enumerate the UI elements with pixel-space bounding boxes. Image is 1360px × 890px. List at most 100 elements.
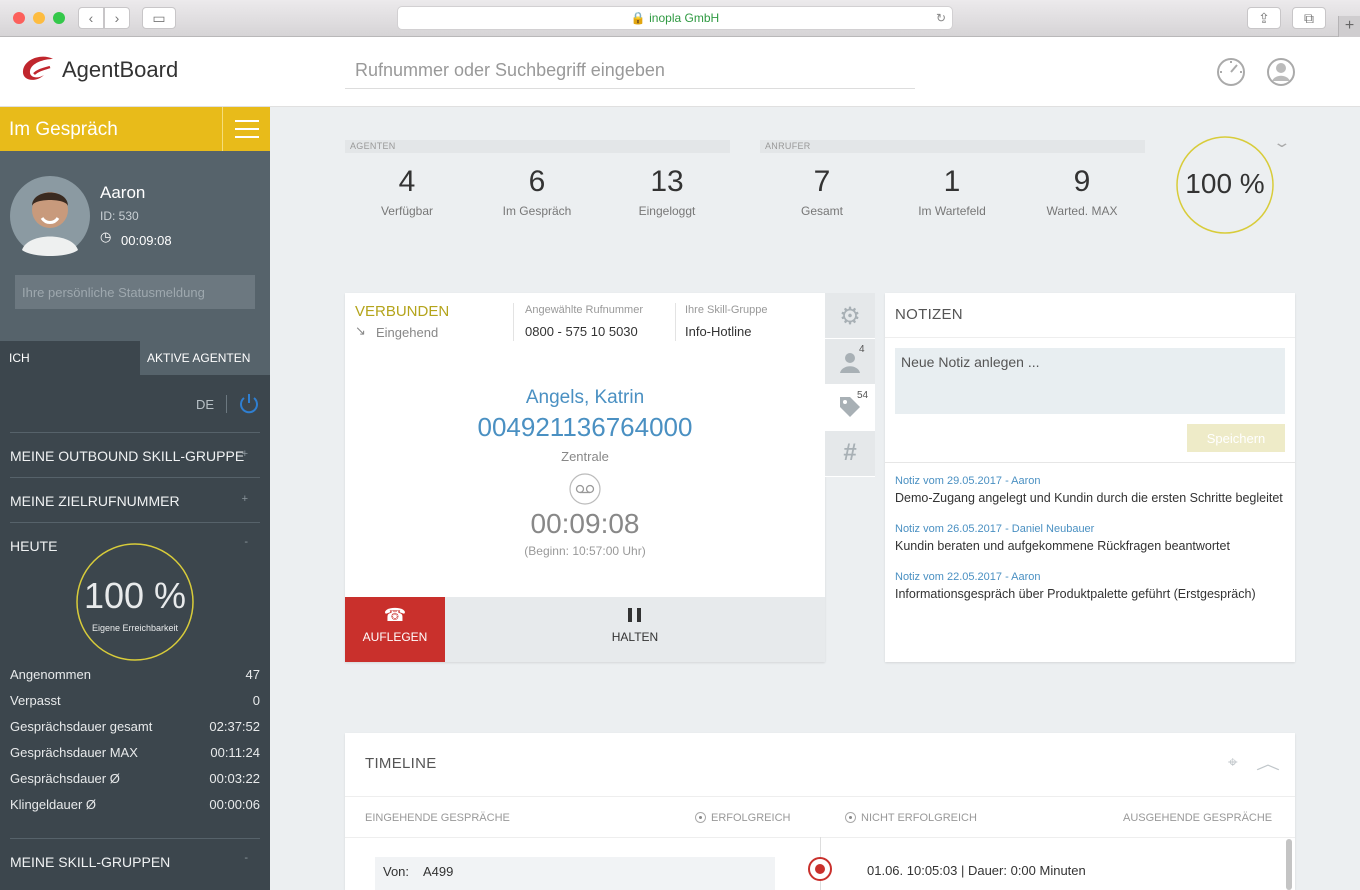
app-name: AgentBoard <box>62 57 179 82</box>
section-skill-groups-label: MEINE SKILL-GRUPPEN <box>10 854 171 870</box>
power-icon[interactable] <box>238 393 260 415</box>
voicemail-icon[interactable] <box>569 473 601 505</box>
timeline-entry-card[interactable]: Von: A499 <box>375 857 775 890</box>
gear-icon: ⚙ <box>839 303 861 330</box>
hangup-button[interactable]: ☎ AUFLEGEN <box>345 597 445 662</box>
agent-timer: 00:09:08 <box>121 233 172 248</box>
stat-label: Gesprächsdauer gesamt <box>10 719 153 734</box>
stat-value: 0 <box>252 693 260 708</box>
contacts-tab[interactable]: 4 <box>825 339 875 385</box>
note-entry: Notiz vom 22.05.2017 - Aaron Information… <box>895 571 1256 601</box>
search-field[interactable]: Rufnummer oder Suchbegriff eingeben <box>345 55 915 89</box>
skill-group-label: Ihre Skill-Gruppe <box>685 304 768 316</box>
incoming-calls-header: EINGEHENDE GESPRÄCHE <box>365 812 510 824</box>
tabs-overview-icon[interactable]: ⧉ <box>1292 7 1326 29</box>
divider <box>885 462 1295 463</box>
url-text: inopla GmbH <box>649 11 720 25</box>
sidebar-toggle-icon[interactable]: ▭ <box>142 7 176 29</box>
caller-name[interactable]: Angels, Katrin <box>345 387 825 409</box>
tags-tab[interactable]: 54 <box>825 385 875 431</box>
call-state: VERBUNDEN <box>355 303 450 320</box>
tab-active-agents[interactable]: AKTIVE AGENTEN <box>140 341 270 375</box>
caller-location: Zentrale <box>561 449 609 464</box>
stat-row: Verpasst 0 <box>10 693 260 708</box>
share-icon[interactable]: ⇪ <box>1247 7 1281 29</box>
note-meta[interactable]: Notiz vom 22.05.2017 - Aaron <box>895 571 1256 583</box>
search-input[interactable]: Rufnummer oder Suchbegriff eingeben <box>355 60 665 81</box>
kpi-label: Eingeloggt <box>638 204 696 218</box>
minimize-window-button[interactable] <box>33 12 45 24</box>
note-meta[interactable]: Notiz vom 29.05.2017 - Aaron <box>895 475 1283 487</box>
note-text: Kundin beraten und aufgekommene Rückfrag… <box>895 539 1230 553</box>
collapse-icon[interactable]: - <box>244 852 248 864</box>
crosshair-icon[interactable]: ⌖ <box>1228 753 1238 773</box>
forward-button[interactable]: › <box>104 7 130 29</box>
entry-from-label: Von: <box>383 864 410 879</box>
menu-icon[interactable] <box>222 107 270 151</box>
stat-row: Klingeldauer Ø 00:00:06 <box>10 797 260 812</box>
save-note-button[interactable]: Speichern <box>1187 424 1285 452</box>
new-note-input[interactable]: Neue Notiz anlegen ... <box>895 348 1285 414</box>
timer-icon: ◷ <box>100 229 112 244</box>
chevron-down-icon[interactable]: ⌄ <box>1272 134 1291 151</box>
note-meta[interactable]: Notiz vom 26.05.2017 - Daniel Neubauer <box>895 523 1230 535</box>
address-bar[interactable]: 🔒 inopla GmbH ↻ <box>397 6 953 30</box>
incoming-arrow-icon: ↘ <box>355 323 366 338</box>
call-card: VERBUNDEN ↘ Eingehend Angewählte Rufnumm… <box>345 293 825 662</box>
logo[interactable]: AgentBoard <box>20 55 178 85</box>
tab-me[interactable]: ICH <box>0 341 140 375</box>
save-note-label: Speichern <box>1206 431 1266 446</box>
caller-number[interactable]: 004921136764000 <box>345 412 825 443</box>
settings-tab[interactable]: ⚙ <box>825 293 875 339</box>
notes-title: NOTIZEN <box>895 306 963 323</box>
success-radio[interactable] <box>695 812 706 823</box>
status-message-placeholder: Ihre persönliche Statusmeldung <box>22 285 205 300</box>
collapse-icon[interactable]: - <box>244 536 248 548</box>
stat-value: 47 <box>245 667 260 682</box>
reload-icon[interactable]: ↻ <box>936 7 946 29</box>
chevron-up-icon[interactable]: ︿ <box>1256 750 1280 774</box>
kpi-value: 7 <box>813 165 831 198</box>
record-icon[interactable] <box>807 856 833 882</box>
fail-radio[interactable] <box>845 812 856 823</box>
stat-label: Klingeldauer Ø <box>10 797 96 812</box>
agent-name: Aaron <box>100 183 146 202</box>
kpi-label: Im Gespräch <box>502 204 572 218</box>
new-tab-button[interactable]: + <box>1338 16 1360 37</box>
maximize-window-button[interactable] <box>53 12 65 24</box>
agentboard-logo-icon <box>22 56 53 80</box>
section-target-label: MEINE ZIELRUFNUMMER <box>10 493 180 509</box>
back-button[interactable]: ‹ <box>78 7 104 29</box>
user-profile-icon[interactable] <box>1266 57 1296 87</box>
scrollbar[interactable] <box>1286 839 1292 890</box>
stat-value: 02:37:52 <box>209 719 260 734</box>
language-selector[interactable]: DE <box>196 397 214 412</box>
expand-icon[interactable]: + <box>242 493 248 505</box>
entry-from: A499 <box>423 864 454 879</box>
notes-card: NOTIZEN Neue Notiz anlegen ... Speichern… <box>885 293 1295 662</box>
close-window-button[interactable] <box>13 12 25 24</box>
kpi-label: Verfügbar <box>380 204 434 218</box>
status-message-input[interactable]: Ihre persönliche Statusmeldung <box>15 275 255 309</box>
kpi-available: 4 Verfügbar <box>342 165 472 218</box>
agent-status-bar[interactable]: Im Gespräch <box>0 107 270 151</box>
kpi-value: 4 <box>398 165 416 198</box>
stat-row: Gesprächsdauer Ø 00:03:22 <box>10 771 260 786</box>
callers-kpi-header: ANRUFER <box>760 140 1145 153</box>
dialpad-tab[interactable]: # <box>825 431 875 477</box>
note-entry: Notiz vom 26.05.2017 - Daniel Neubauer K… <box>895 523 1230 553</box>
note-text: Informationsgespräch über Produktpalette… <box>895 587 1256 601</box>
divider <box>885 337 1295 338</box>
dashboard-gauge-icon[interactable] <box>1216 57 1246 87</box>
stat-label: Gesprächsdauer MAX <box>10 745 138 760</box>
avatar[interactable] <box>10 176 90 256</box>
hold-button[interactable]: HALTEN <box>445 597 825 662</box>
pause-icon <box>637 608 641 622</box>
sidebar: Im Gespräch Aaron ID: 530 ◷ 00:09:08 Ihr… <box>0 107 270 890</box>
timeline-title: TIMELINE <box>365 755 437 772</box>
section-outbound-skill-group[interactable]: MEINE OUTBOUND SKILL-GRUPPE + <box>10 432 260 477</box>
section-target-number[interactable]: MEINE ZIELRUFNUMMER + <box>10 477 260 522</box>
section-skill-groups[interactable]: MEINE SKILL-GRUPPEN - <box>10 838 260 883</box>
expand-icon[interactable]: + <box>242 448 248 460</box>
app-header: AgentBoard Rufnummer oder Suchbegriff ei… <box>0 37 1360 107</box>
